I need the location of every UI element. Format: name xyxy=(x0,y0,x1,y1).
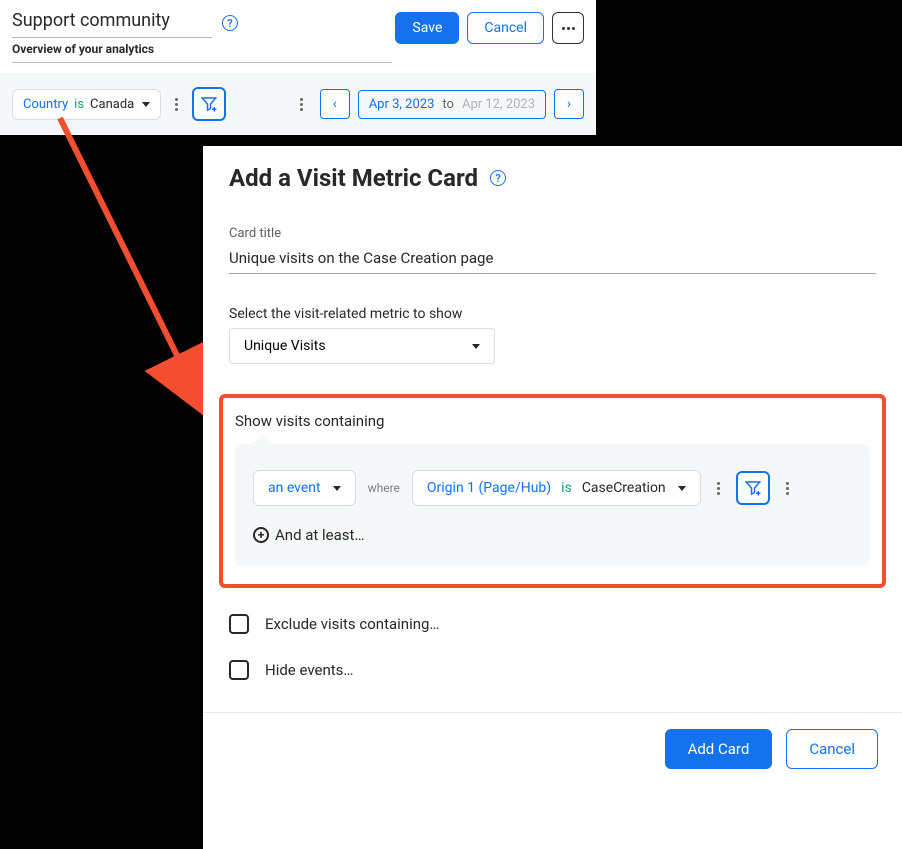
visit-condition-card: an event where Origin 1 (Page/Hub) is Ca… xyxy=(235,444,870,566)
dashboard-title-input[interactable] xyxy=(12,8,212,38)
modal-footer: Add Card Cancel xyxy=(203,712,902,785)
help-icon[interactable]: ? xyxy=(490,170,506,186)
header-actions: Save Cancel xyxy=(395,8,584,44)
filter-value: Canada xyxy=(90,97,134,112)
chevron-down-icon xyxy=(678,486,686,491)
header-left: ? xyxy=(12,8,395,63)
card-title-field: Card title xyxy=(229,226,876,274)
show-visits-section: Show visits containing an event where Or… xyxy=(229,394,876,588)
modal-title-row: Add a Visit Metric Card ? xyxy=(229,164,876,192)
where-label: where xyxy=(368,481,400,495)
plus-circle-icon: + xyxy=(253,527,269,543)
filter-bar: Country is Canada ‹ Apr 3, 2023 to Apr 1… xyxy=(0,73,596,135)
cancel-button[interactable]: Cancel xyxy=(467,12,544,44)
date-to-label: to xyxy=(442,97,454,112)
condition-filter-select[interactable]: Origin 1 (Page/Hub) is CaseCreation xyxy=(412,470,701,506)
checkbox-icon xyxy=(229,660,249,680)
funnel-plus-icon xyxy=(744,479,762,497)
condition-field: Origin 1 (Page/Hub) xyxy=(427,480,551,496)
condition-operator: is xyxy=(561,480,572,496)
add-condition-filter-button[interactable] xyxy=(736,471,770,505)
modal-cancel-button[interactable]: Cancel xyxy=(786,729,878,769)
funnel-plus-icon xyxy=(200,95,218,113)
metric-select-section: Select the visit-related metric to show … xyxy=(229,306,876,364)
toolbar-options-button[interactable] xyxy=(296,98,307,111)
checkbox-icon xyxy=(229,614,249,634)
card-title-label: Card title xyxy=(229,226,876,241)
add-filter-button[interactable] xyxy=(192,87,226,121)
annotation-highlight-box: Show visits containing an event where Or… xyxy=(219,394,886,588)
exclude-visits-label: Exclude visits containing… xyxy=(265,615,439,633)
condition-value: CaseCreation xyxy=(582,480,666,496)
help-icon[interactable]: ? xyxy=(222,15,238,31)
card-title-input[interactable] xyxy=(229,245,876,274)
title-row: ? xyxy=(12,8,395,38)
add-card-button[interactable]: Add Card xyxy=(665,729,773,769)
condition-row: an event where Origin 1 (Page/Hub) is Ca… xyxy=(253,470,852,506)
condition-type-select[interactable]: an event xyxy=(253,470,356,506)
date-range-group: ‹ Apr 3, 2023 to Apr 12, 2023 › xyxy=(320,89,584,119)
filter-field: Country xyxy=(23,97,68,112)
condition-options-button[interactable] xyxy=(713,482,724,495)
chevron-down-icon xyxy=(142,102,150,107)
annotation-arrow xyxy=(50,108,220,428)
card-options-button[interactable] xyxy=(782,482,793,495)
chevron-down-icon xyxy=(472,344,480,349)
add-visit-metric-modal: Add a Visit Metric Card ? Card title Sel… xyxy=(203,146,902,849)
hide-events-toggle[interactable]: Hide events… xyxy=(229,660,876,680)
save-button[interactable]: Save xyxy=(395,12,459,44)
more-menu-button[interactable] xyxy=(552,12,584,44)
chevron-down-icon xyxy=(333,486,341,491)
modal-title: Add a Visit Metric Card xyxy=(229,164,478,192)
date-from: Apr 3, 2023 xyxy=(369,97,435,112)
dashboard-subtitle-input[interactable] xyxy=(12,40,392,63)
date-to: Apr 12, 2023 xyxy=(462,97,535,112)
exclude-visits-toggle[interactable]: Exclude visits containing… xyxy=(229,614,876,634)
hide-events-label: Hide events… xyxy=(265,661,353,679)
show-visits-label: Show visits containing xyxy=(235,412,870,430)
metric-select-value: Unique Visits xyxy=(244,338,326,354)
date-prev-button[interactable]: ‹ xyxy=(320,89,350,119)
dashboard-header-panel: ? Save Cancel Country is Canada ‹ Apr 3,… xyxy=(0,0,596,135)
date-next-button[interactable]: › xyxy=(554,89,584,119)
add-and-condition-button[interactable]: + And at least… xyxy=(253,526,852,544)
dashboard-header: ? Save Cancel xyxy=(0,0,596,63)
date-range-picker[interactable]: Apr 3, 2023 to Apr 12, 2023 xyxy=(358,90,546,119)
filter-operator: is xyxy=(74,97,84,112)
condition-type-value: an event xyxy=(268,480,321,496)
metric-select[interactable]: Unique Visits xyxy=(229,328,495,364)
filter-options-button[interactable] xyxy=(171,98,182,111)
filter-pill-country[interactable]: Country is Canada xyxy=(12,89,161,120)
and-at-least-label: And at least… xyxy=(275,526,364,544)
metric-select-label: Select the visit-related metric to show xyxy=(229,306,876,322)
